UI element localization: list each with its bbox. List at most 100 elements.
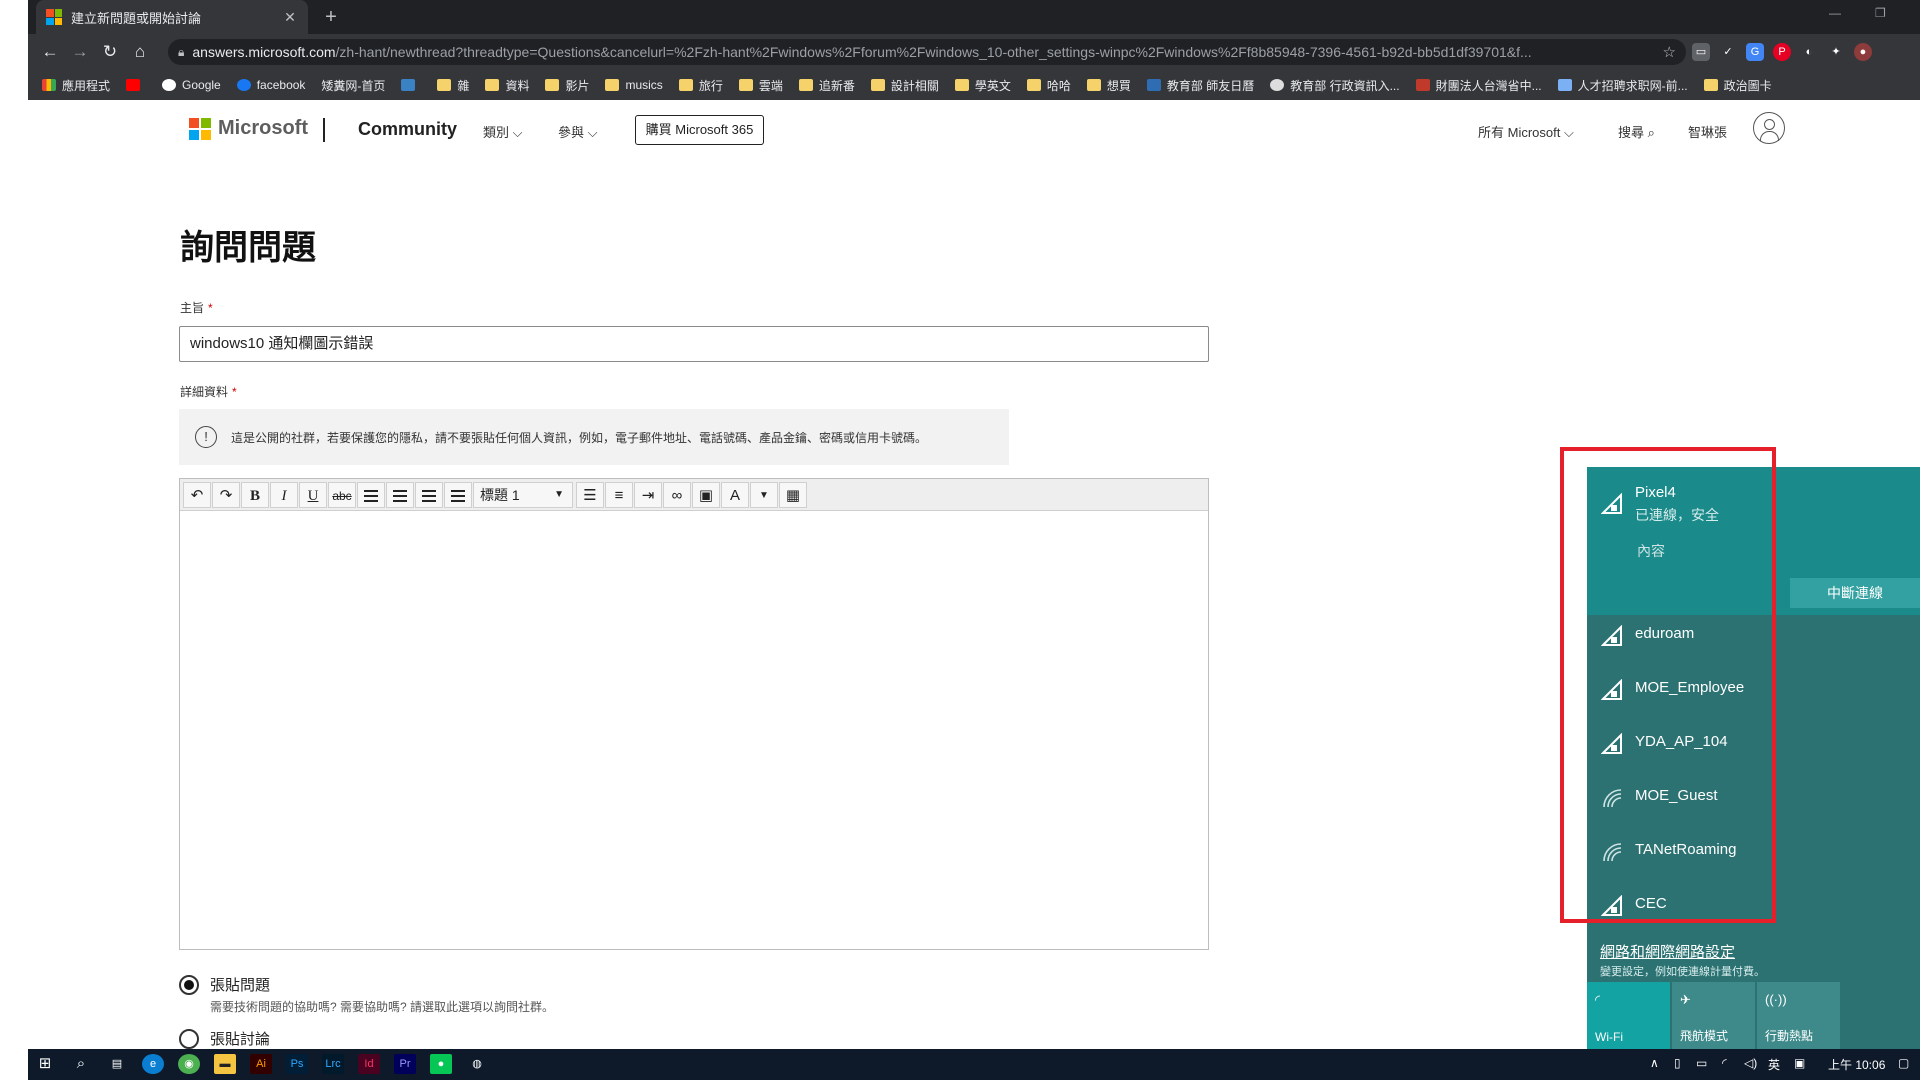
volume-icon[interactable]: ◁) [1744,1056,1757,1070]
bookmark-youtube[interactable] [126,79,146,91]
clock[interactable]: 上午 10:06 [1828,1056,1885,1073]
bookmark-folder[interactable]: 學英文 [954,77,1011,94]
bookmark-folder[interactable]: 設計相關 [870,77,939,94]
premiere-icon[interactable]: Pr [394,1054,416,1074]
align-right-icon[interactable] [415,481,443,508]
photoshop-icon[interactable]: Ps [286,1054,308,1074]
user-name[interactable]: 智琳張 [1688,122,1727,141]
file-explorer-icon[interactable]: ▬ [214,1054,236,1074]
font-color-icon[interactable]: A [721,481,749,508]
bookmark-item[interactable]: 教育部 行政資訊入... [1270,77,1400,94]
tab-close-icon[interactable]: ✕ [282,9,298,26]
ime-indicator[interactable]: 英 [1768,1056,1780,1073]
rich-text-editor[interactable]: ↶ ↷ B I U abc 標題 1 ▼ ☰ ≡ ⇥ ∞ ▣ A ▼ ▦ [179,478,1209,950]
image-icon[interactable]: ▣ [692,481,720,508]
bookmark-folder[interactable]: musics [605,78,663,92]
address-bar[interactable]: 🔒︎ answers.microsoft.com/zh-hant/newthre… [168,39,1686,65]
subject-input[interactable]: windows10 通知欄圖示錯誤 [179,326,1209,362]
edge-icon[interactable]: e [142,1054,164,1074]
post-discussion-option[interactable]: 張貼討論 [179,1028,270,1049]
wifi-toggle[interactable]: ◜ Wi-Fi [1587,982,1670,1050]
bookmark-folder[interactable]: 想買 [1086,77,1131,94]
align-center-icon[interactable] [386,481,414,508]
italic-icon[interactable]: I [270,481,298,508]
numbered-list-icon[interactable]: ≡ [605,481,633,508]
app-icon[interactable]: ◍ [466,1054,488,1074]
bookmark-folder[interactable]: 雲端 [738,77,783,94]
phone-icon[interactable]: ▯ [1674,1056,1681,1070]
strikethrough-icon[interactable]: abc [328,481,356,508]
bookmark-item[interactable] [401,79,421,91]
new-tab-button[interactable]: + [318,4,344,30]
bookmark-item[interactable]: 財團法人台灣省中... [1415,77,1542,94]
browser-tab-active[interactable]: 建立新問題或開始討論 ✕ [36,0,308,34]
redo-icon[interactable]: ↷ [212,481,240,508]
bookmark-folder[interactable]: 資料 [485,77,529,94]
buy-microsoft-365-button[interactable]: 購買 Microsoft 365 [635,115,764,145]
extension-icon[interactable]: ◐ [1800,43,1818,61]
bookmark-folder[interactable]: 哈哈 [1026,77,1071,94]
line-icon[interactable]: ● [430,1054,452,1074]
heading-select[interactable]: 標題 1 ▼ [473,481,573,508]
bookmark-google[interactable]: Google [162,78,221,92]
align-left-icon[interactable] [357,481,385,508]
puzzle-extensions-icon[interactable]: ✦ [1827,43,1845,61]
microsoft-logo[interactable]: Microsoft [189,117,308,140]
disconnect-button[interactable]: 中斷連線 [1790,578,1920,608]
community-link[interactable]: Community [358,119,457,140]
check-extension-icon[interactable]: ✓ [1719,43,1737,61]
undo-icon[interactable]: ↶ [183,481,211,508]
search-icon[interactable]: ⌕ [70,1054,92,1074]
font-color-dropdown-icon[interactable]: ▼ [750,481,778,508]
minimize-icon[interactable]: — [1829,6,1841,20]
nav-categories[interactable]: 類別 ⌵ [483,122,523,141]
mobile-hotspot-toggle[interactable]: ((·)) 行動熱點 [1757,982,1840,1050]
windows-start-icon[interactable]: ⊞ [34,1054,56,1074]
nav-participate[interactable]: 參與 ⌵ [558,122,598,141]
home-icon[interactable]: ⌂ [128,41,152,63]
airplane-mode-toggle[interactable]: ✈ 飛航模式 [1672,982,1755,1050]
bookmark-folder[interactable]: 追新番 [798,77,855,94]
notification-icon[interactable]: ▢ [1898,1056,1909,1070]
task-view-icon[interactable]: ▤ [106,1054,128,1074]
bookmark-folder[interactable]: 雜 [437,77,469,94]
post-question-option[interactable]: 張貼問題 [179,974,270,995]
link-icon[interactable]: ∞ [663,481,691,508]
underline-icon[interactable]: U [299,481,327,508]
lightroom-classic-icon[interactable]: Lrc [322,1054,344,1074]
reload-icon[interactable]: ↻ [98,41,122,63]
justify-icon[interactable] [444,481,472,508]
pinterest-extension-icon[interactable]: P [1773,43,1791,61]
bold-icon[interactable]: B [241,481,269,508]
search-button[interactable]: 搜尋 ⌕ [1618,122,1655,141]
bookmark-item[interactable]: 矮糞网-首页 [321,77,385,94]
restore-icon[interactable]: ❐ [1875,6,1886,20]
bookmark-facebook[interactable]: facebook [236,78,305,92]
bookmark-apps[interactable]: 應用程式 [42,77,110,94]
bookmark-item[interactable]: 教育部 師友日曆 [1146,77,1254,94]
user-avatar-icon[interactable] [1753,112,1785,144]
forward-icon[interactable]: → [68,41,92,63]
tray-expand-icon[interactable]: ∧ [1650,1056,1659,1070]
network-settings-link[interactable]: 網路和網際網路設定 [1600,941,1735,962]
ime-mode-icon[interactable]: ▣ [1794,1056,1805,1070]
battery-icon[interactable]: ▭ [1696,1056,1707,1070]
bookmark-folder[interactable]: 政治圖卡 [1703,77,1772,94]
illustrator-icon[interactable]: Ai [250,1054,272,1074]
bookmark-star-icon[interactable]: ☆ [1663,43,1676,61]
back-icon[interactable]: ← [38,41,62,63]
all-microsoft-menu[interactable]: 所有 Microsoft ⌵ [1478,122,1574,141]
translate-extension-icon[interactable]: G [1746,43,1764,61]
extension-icon[interactable]: ▭ [1692,43,1710,61]
wifi-tray-icon[interactable]: ◜ [1722,1056,1727,1070]
indesign-icon[interactable]: Id [358,1054,380,1074]
bullet-list-icon[interactable]: ☰ [576,481,604,508]
radio-unselected[interactable] [179,1028,199,1049]
profile-avatar-icon[interactable]: ● [1854,43,1872,61]
indent-icon[interactable]: ⇥ [634,481,662,508]
bookmark-folder[interactable]: 旅行 [678,77,723,94]
chrome-icon[interactable]: ◉ [178,1054,200,1074]
bookmark-folder[interactable]: 影片 [545,77,589,94]
radio-selected[interactable] [179,974,199,995]
table-icon[interactable]: ▦ [779,481,807,508]
